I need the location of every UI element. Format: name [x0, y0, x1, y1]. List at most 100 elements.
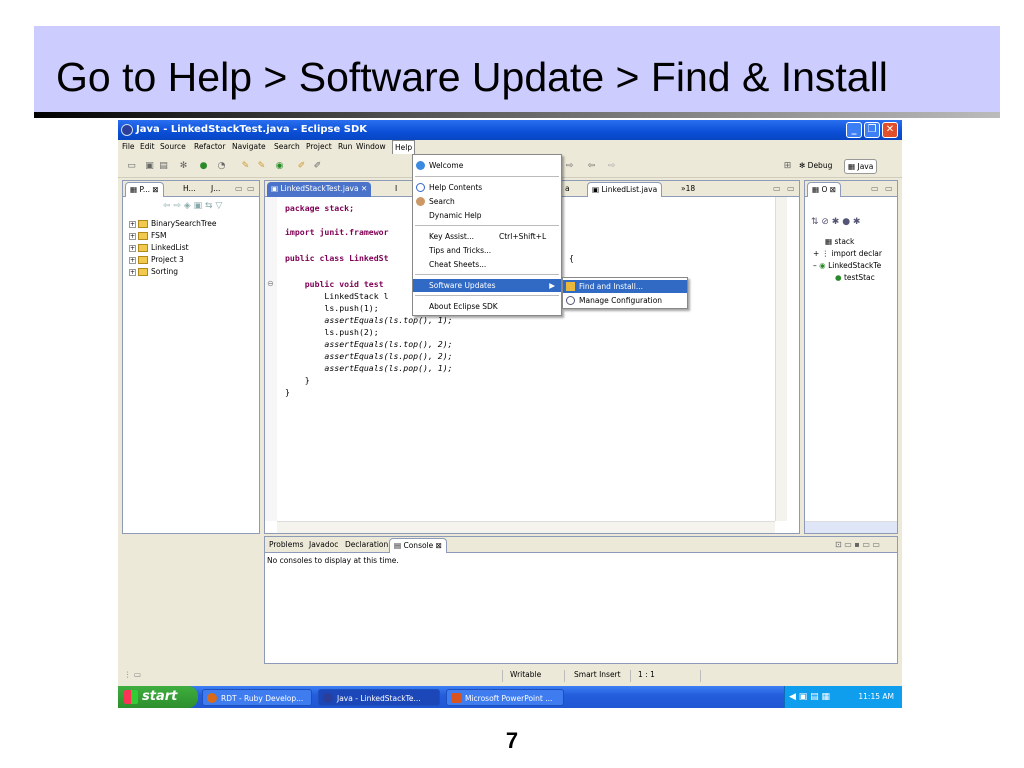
menu-item-key-assist[interactable]: Key Assist... Ctrl+Shift+L: [413, 230, 561, 243]
forward-icon[interactable]: ⇨: [606, 161, 617, 171]
tab-outline[interactable]: ▦ O ⊠: [807, 182, 842, 197]
maximize-view-icon[interactable]: ▭: [787, 184, 795, 193]
menu-window[interactable]: Window: [356, 142, 386, 151]
tab-declaration[interactable]: Declaration: [341, 538, 392, 553]
tab-editor-2[interactable]: I: [391, 182, 401, 197]
new-icon[interactable]: ▭: [126, 161, 137, 171]
outline-item-class[interactable]: – ◉ LinkedStackTe: [813, 261, 881, 271]
expand-icon[interactable]: +: [129, 268, 136, 276]
menu-item-manage-configuration[interactable]: Manage Configuration: [563, 294, 687, 307]
console-actions-icons[interactable]: ⊡ ▭ ▪ ▭ ▭: [835, 540, 880, 549]
menu-item-tips-and-tricks[interactable]: Tips and Tricks...: [413, 244, 561, 257]
editor-hscrollbar[interactable]: [277, 521, 775, 533]
minimize-view-icon[interactable]: ▭: [235, 184, 243, 193]
code-line[interactable]: import junit.framewor: [285, 227, 389, 237]
external-tools-icon[interactable]: ◔: [216, 161, 227, 171]
explorer-nav-icons[interactable]: ⇦ ⇨ ◈ ▣ ⇆ ▽: [163, 201, 222, 211]
tab-linkedlist[interactable]: ▣ LinkedList.java: [587, 182, 663, 197]
tray-icons[interactable]: ◀ ▣ ▤ ▦: [789, 686, 830, 708]
code-line[interactable]: }: [285, 375, 310, 385]
tab-linkedstacktest[interactable]: ▣ LinkedStackTest.java ✕: [267, 182, 372, 197]
java-perspective[interactable]: ▦ Java: [844, 159, 878, 174]
expand-icon[interactable]: +: [129, 256, 136, 264]
task-powerpoint[interactable]: Microsoft PowerPoint ...: [446, 689, 564, 706]
outline-toolbar-icons[interactable]: ⇅ ⊘ ✱ ● ✱: [811, 217, 860, 227]
menu-item-cheat-sheets[interactable]: Cheat Sheets...: [413, 258, 561, 271]
back-icon[interactable]: ⇦: [586, 161, 597, 171]
new-java-project-icon[interactable]: ✎: [240, 161, 251, 171]
menu-project[interactable]: Project: [306, 142, 332, 151]
tree-item[interactable]: + Project 3: [129, 255, 184, 265]
outline-item-method[interactable]: ● testStac: [835, 273, 875, 283]
outline-item-imports[interactable]: + ⋮ import declar: [813, 249, 882, 259]
expand-icon[interactable]: +: [129, 232, 136, 240]
code-line[interactable]: LinkedStack l: [285, 291, 388, 301]
tab-problems[interactable]: Problems: [265, 538, 308, 553]
maximize-view-icon[interactable]: ▭: [247, 184, 255, 193]
tree-item[interactable]: + FSM: [129, 231, 166, 241]
menu-refactor[interactable]: Refactor: [194, 142, 225, 151]
close-button[interactable]: ✕: [882, 122, 898, 138]
open-perspective-icon[interactable]: ⊞: [782, 161, 793, 171]
maximize-view-icon[interactable]: ▭: [885, 184, 893, 193]
minimize-view-icon[interactable]: ▭: [871, 184, 879, 193]
task-rdt[interactable]: RDT - Ruby Develop...: [202, 689, 312, 706]
menu-item-about[interactable]: About Eclipse SDK: [413, 300, 561, 313]
menu-item-search[interactable]: Search: [413, 195, 561, 208]
menu-item-software-updates[interactable]: Software Updates ▶: [413, 279, 561, 292]
new-class-icon[interactable]: ◉: [274, 161, 285, 171]
new-package-icon[interactable]: ✎: [256, 161, 267, 171]
expand-icon[interactable]: +: [129, 244, 136, 252]
code-line[interactable]: ls.push(1);: [285, 303, 378, 313]
tab-javadoc[interactable]: Javadoc: [305, 538, 342, 553]
run-icon[interactable]: ●: [198, 161, 209, 171]
menu-item-help-contents[interactable]: Help Contents: [413, 181, 561, 194]
code-line[interactable]: public class LinkedSt: [285, 253, 389, 263]
debug-perspective[interactable]: ✻ Debug: [796, 159, 835, 174]
code-line[interactable]: }: [285, 387, 290, 397]
tree-item[interactable]: + Sorting: [129, 267, 178, 277]
menu-navigate[interactable]: Navigate: [232, 142, 266, 151]
minimize-button[interactable]: _: [846, 122, 862, 138]
menu-file[interactable]: File: [122, 142, 135, 151]
expand-icon[interactable]: +: [129, 220, 136, 228]
tab-editor-3[interactable]: a: [561, 182, 574, 197]
minimize-view-icon[interactable]: ▭: [773, 184, 781, 193]
code-line[interactable]: assertEquals(ls.top(), 2);: [285, 339, 452, 349]
code-line[interactable]: assertEquals(ls.pop(), 1);: [285, 363, 452, 373]
menu-help[interactable]: Help: [392, 140, 416, 154]
editor-vscrollbar[interactable]: [775, 197, 787, 521]
menu-search[interactable]: Search: [274, 142, 300, 151]
open-task-icon[interactable]: ✐: [312, 161, 323, 171]
tree-item[interactable]: + LinkedList: [129, 243, 189, 253]
menu-item-dynamic-help[interactable]: Dynamic Help: [413, 209, 561, 222]
tab-overflow[interactable]: »18: [677, 182, 699, 197]
menu-run[interactable]: Run: [338, 142, 352, 151]
fold-icon[interactable]: ⊖: [267, 279, 274, 288]
save-icon[interactable]: ▣: [144, 161, 155, 171]
code-line[interactable]: package stack;: [285, 203, 354, 213]
menu-source[interactable]: Source: [160, 142, 186, 151]
code-line[interactable]: assertEquals(ls.top(), 1);: [285, 315, 452, 325]
next-annotation-icon[interactable]: ⇨: [564, 161, 575, 171]
maximize-button[interactable]: ❐: [864, 122, 880, 138]
print-icon[interactable]: ▤: [158, 161, 169, 171]
menu-item-find-and-install[interactable]: Find and Install...: [563, 280, 687, 293]
tab-package-explorer[interactable]: ▦ P... ⊠: [125, 182, 164, 197]
tree-item[interactable]: + BinarySearchTree: [129, 219, 217, 229]
tab-console[interactable]: ▤ Console ⊠: [389, 538, 447, 553]
tab-junit[interactable]: J...: [207, 182, 224, 197]
open-type-icon[interactable]: ✐: [296, 161, 307, 171]
code-line[interactable]: ls.push(2);: [285, 327, 378, 337]
tab-hierarchy[interactable]: H...: [179, 182, 200, 197]
code-line[interactable]: assertEquals(ls.pop(), 2);: [285, 351, 452, 361]
outline-item-package[interactable]: ▦ stack: [825, 237, 854, 247]
menu-edit[interactable]: Edit: [140, 142, 155, 151]
start-button[interactable]: start: [118, 686, 198, 708]
outline-hscrollbar[interactable]: [805, 521, 897, 533]
debug-icon[interactable]: ✻: [178, 161, 189, 171]
fast-view-icon[interactable]: ⋮ ▭: [124, 670, 141, 679]
task-eclipse[interactable]: Java - LinkedStackTe...: [318, 689, 440, 706]
menu-item-welcome[interactable]: Welcome: [413, 159, 561, 172]
code-line[interactable]: public void test: [285, 279, 384, 289]
